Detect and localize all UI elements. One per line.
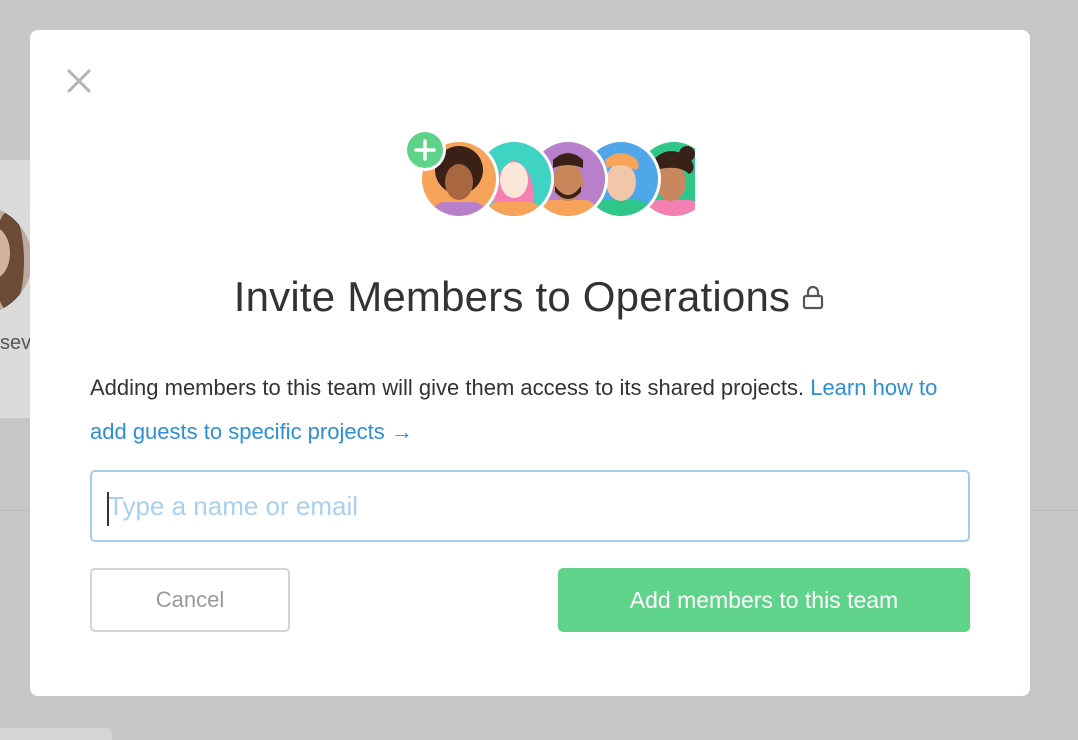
text-cursor [107,492,109,526]
close-icon[interactable] [66,68,92,94]
name-or-email-input[interactable] [92,472,968,540]
modal-description: Adding members to this team will give th… [90,366,970,454]
description-text: Adding members to this team will give th… [90,375,805,400]
member-avatars-illustration [375,130,695,220]
modal-title-text: Invite Members to Operations [233,273,791,320]
lock-icon [800,272,826,320]
invite-members-modal: Invite Members to Operations Adding memb… [30,30,1030,696]
background-partial-text: sev [0,332,32,354]
arrow-right-icon[interactable]: → [391,419,413,444]
cancel-button[interactable]: Cancel [90,568,290,632]
background-tab [0,728,112,740]
add-badge-icon [404,130,446,171]
modal-title: Invite Members to Operations [30,273,1030,324]
add-members-button[interactable]: Add members to this team [558,568,970,632]
name-or-email-field[interactable] [90,470,970,542]
